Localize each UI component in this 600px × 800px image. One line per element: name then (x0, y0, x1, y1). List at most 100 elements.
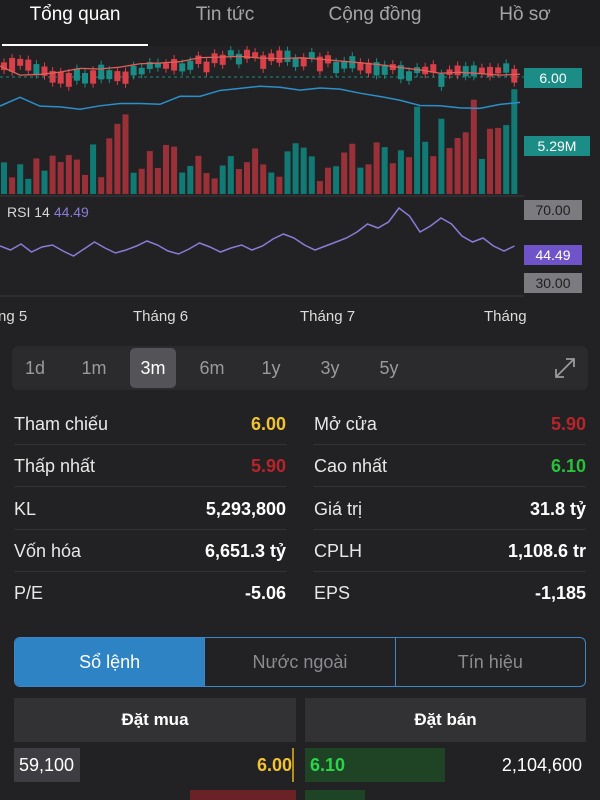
candle (138, 67, 145, 75)
volume-bar (462, 132, 469, 194)
volume-bar (349, 143, 356, 194)
candle (17, 58, 24, 66)
candle (211, 53, 218, 64)
volume-bar (9, 177, 16, 194)
range-1d[interactable]: 1d (12, 348, 58, 388)
candle (65, 72, 72, 87)
top-tab-bar: Tổng quan Tin tức Cộng đồng Hồ sơ (0, 0, 600, 47)
volume-bar (495, 127, 502, 194)
volume-bar (235, 169, 242, 194)
candle (292, 58, 299, 68)
range-3m[interactable]: 3m (130, 348, 176, 388)
candle (130, 65, 137, 76)
stat-pe: P/E -5.06 (14, 572, 286, 614)
stat-label: EPS (314, 583, 351, 603)
volume-bar (260, 164, 267, 194)
segment-foreign[interactable]: Nước ngoài (204, 638, 394, 686)
volume-bar (325, 167, 331, 194)
next-ask-bar (305, 790, 365, 800)
volume-bar (341, 152, 348, 194)
volume-bar (82, 174, 88, 194)
stat-high: Cao nhất 6.10 (314, 445, 586, 487)
stat-value: 6.10 (550, 456, 586, 476)
stat-label: Thấp nhất (14, 456, 96, 476)
volume-bar (300, 147, 307, 194)
range-6m[interactable]: 6m (189, 348, 235, 388)
stat-label: KL (14, 499, 37, 519)
volume-bar (487, 128, 493, 194)
volume-bar (211, 178, 218, 194)
current-price-tag: 6.00 (524, 68, 582, 88)
candle (495, 67, 502, 74)
volume-bar (219, 165, 226, 194)
tab-community[interactable]: Cộng đồng (300, 0, 450, 46)
volume-bar (73, 159, 80, 194)
candle (333, 61, 340, 74)
stat-low: Thấp nhất 5.90 (14, 445, 286, 487)
tab-profile[interactable]: Hồ sơ (450, 0, 600, 46)
range-1m[interactable]: 1m (71, 348, 117, 388)
stat-value: 5,293,800 (205, 499, 286, 519)
volume-bar (130, 172, 137, 194)
volume-bar (389, 163, 396, 194)
stat-label: Vốn hóa (14, 541, 82, 561)
candle (227, 50, 234, 56)
volume-bar (381, 147, 388, 194)
stat-value: 1,108.6 tr (507, 541, 586, 561)
stat-label: Cao nhất (314, 456, 388, 476)
volume-bar (454, 138, 461, 194)
bid-volume: 59,100 (14, 748, 80, 782)
stat-value: -1,185 (534, 583, 586, 603)
next-bid-bar (190, 790, 296, 800)
volume-bar (122, 114, 129, 194)
range-3y[interactable]: 3y (307, 348, 353, 388)
candle (57, 71, 64, 84)
stat-volume: KL 5,293,800 (14, 488, 286, 530)
candle (114, 71, 121, 82)
range-5y[interactable]: 5y (366, 348, 412, 388)
candle (195, 55, 202, 64)
volume-bar (511, 89, 518, 194)
candle (122, 71, 129, 84)
segment-order-book[interactable]: Sổ lệnh (15, 638, 205, 686)
rsi-lower-tag: 30.00 (524, 273, 582, 293)
candle (203, 61, 210, 73)
volume-bar (276, 176, 283, 194)
candle (308, 52, 315, 59)
chart-canvas[interactable] (0, 46, 600, 336)
volume-bar (373, 142, 380, 194)
current-volume-tag: 5.29M (524, 136, 590, 156)
expand-icon[interactable] (552, 355, 578, 381)
ask-price[interactable]: 6.10 (305, 748, 445, 782)
volume-bar (503, 125, 510, 194)
volume-bar (163, 144, 169, 194)
buy-header: Đặt mua (14, 698, 296, 742)
volume-bar (284, 151, 291, 194)
candle (470, 65, 477, 77)
volume-bar (1, 162, 7, 194)
volume-bar (470, 99, 477, 194)
stat-market-cap: Vốn hóa 6,651.3 tỷ (14, 530, 286, 572)
candle (25, 59, 32, 71)
bid-price[interactable]: 6.00 (200, 748, 292, 782)
candle (276, 50, 283, 63)
orderbook-segment-control: Sổ lệnh Nước ngoài Tín hiệu (14, 637, 586, 687)
stat-reference: Tham chiếu 6.00 (14, 403, 286, 445)
tab-overview[interactable]: Tổng quan (0, 0, 150, 47)
rsi-upper-tag: 70.00 (524, 200, 582, 220)
volume-bar (106, 138, 113, 194)
volume-bar (333, 166, 340, 194)
volume-bar (397, 150, 404, 194)
ask-volume: 2,104,600 (501, 755, 582, 775)
candle (73, 68, 80, 81)
volume-bar (57, 162, 64, 194)
range-1y[interactable]: 1y (248, 348, 294, 388)
segment-signals[interactable]: Tín hiệu (394, 638, 585, 686)
candle (454, 65, 461, 76)
candle (9, 57, 16, 72)
time-axis: ng 5 Tháng 6 Tháng 7 Tháng (0, 308, 600, 328)
stat-eps: EPS -1,185 (314, 572, 586, 614)
volume-bar (268, 172, 275, 194)
tab-news[interactable]: Tin tức (150, 0, 300, 46)
price-chart[interactable]: RSI 14 44.49 6.00 5.29M 70.00 44.49 30.00… (0, 46, 600, 336)
